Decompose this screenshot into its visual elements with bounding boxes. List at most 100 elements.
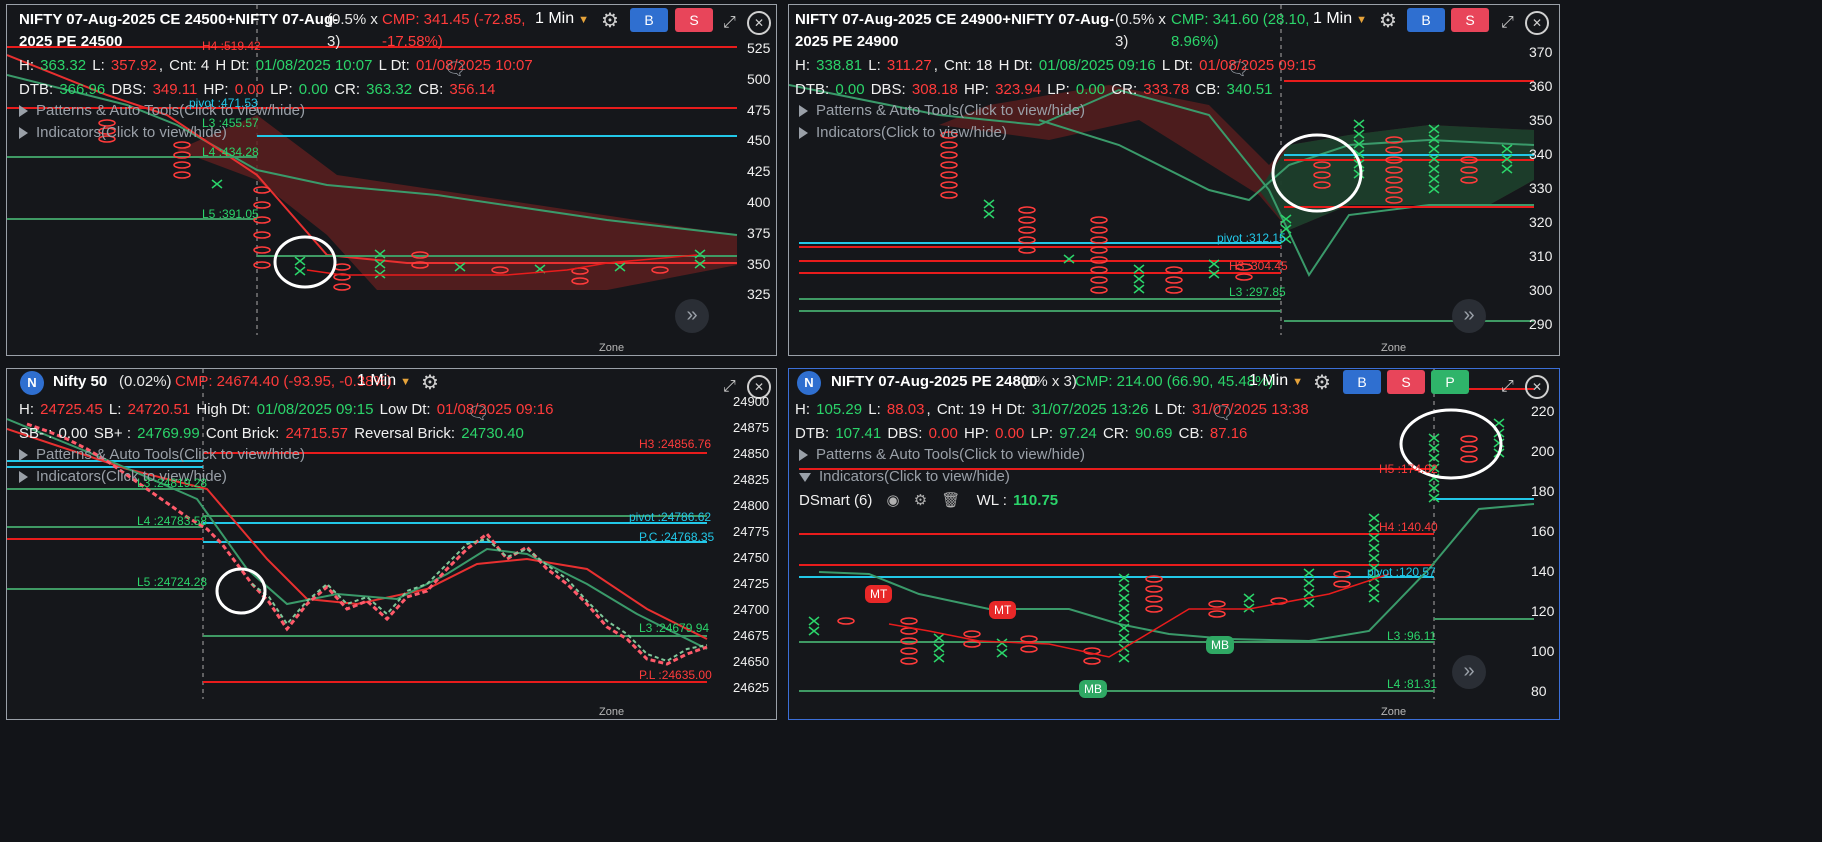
- close-circle-icon[interactable]: ✕: [747, 11, 771, 35]
- level-l4: L4 :434.28: [202, 145, 259, 159]
- paper-trade-button[interactable]: P: [1431, 370, 1469, 394]
- sell-button[interactable]: S: [1387, 370, 1425, 394]
- panel-4-cmp: CMP: 214.00 (66.90, 45.48%): [1075, 373, 1274, 390]
- level-l3: L3 :24819.28: [137, 476, 208, 490]
- expand-triangle-icon: [19, 105, 28, 118]
- expand-icon[interactable]: ⤢: [1501, 377, 1514, 397]
- level-l3: L3 :455.57: [202, 116, 259, 130]
- panel-2-timeframe-select[interactable]: 1 Min ▼: [1313, 10, 1367, 28]
- panel-3-timeframe-select[interactable]: 1 Min ▼: [357, 372, 411, 390]
- expand-icon[interactable]: ⤢: [1501, 13, 1514, 33]
- expand-triangle-icon: [19, 127, 28, 140]
- level-pivot: pivot :312.15: [1217, 231, 1286, 245]
- chart-panel-1[interactable]: NIFTY 07-Aug-2025 CE 24500+NIFTY 07-Aug-…: [6, 4, 777, 356]
- settings-gear-icon[interactable]: ⚙: [914, 492, 927, 509]
- scroll-right-button[interactable]: »: [1452, 655, 1486, 689]
- dsmart-indicator-row: DSmart (6) ◉ ⚙ 🗑 WL : 110.75: [799, 492, 1059, 509]
- panel-1-dtb-row: DTB: 366.96 DBS: 349.11 HP: 0.00 LP: 0.0…: [19, 81, 496, 98]
- mb-marker[interactable]: MB: [1206, 636, 1234, 654]
- settings-gear-icon[interactable]: ⚙: [601, 11, 619, 31]
- zone-watermark: Zone (www.definedgesecurities.com): [1381, 342, 1533, 355]
- sell-button[interactable]: S: [1451, 8, 1489, 32]
- comment-icon[interactable]: 🗨: [1211, 403, 1234, 424]
- patterns-toggle[interactable]: Patterns & Auto Tools(Click to view/hide…: [19, 102, 305, 119]
- trash-icon[interactable]: 🗑: [941, 492, 960, 509]
- level-l5: L5 :391.05: [202, 207, 259, 221]
- collapse-triangle-icon: [799, 472, 811, 482]
- indicators-toggle[interactable]: Indicators(Click to view/hide): [799, 124, 1007, 141]
- comment-icon[interactable]: 🗨: [1227, 59, 1250, 80]
- nifty-badge-icon: N: [797, 371, 821, 395]
- expand-triangle-icon: [799, 127, 808, 140]
- level-pivot: pivot :471.53: [189, 96, 258, 110]
- panel-1-timeframe-select[interactable]: 1 Min ▼: [535, 10, 589, 28]
- level-pivot: pivot :24786.62: [629, 510, 712, 524]
- buy-button[interactable]: B: [1407, 8, 1445, 32]
- level-l3: L3 :297.85: [1229, 285, 1286, 299]
- comment-icon[interactable]: 🗨: [444, 59, 467, 80]
- zone-watermark: Zone (www.definedgesecurities.com): [1381, 706, 1533, 719]
- buy-button[interactable]: B: [1343, 370, 1381, 394]
- dsmart-label: DSmart (6): [799, 492, 873, 509]
- mt-marker[interactable]: MT: [865, 585, 893, 603]
- expand-triangle-icon: [19, 449, 28, 462]
- close-circle-icon[interactable]: ✕: [1525, 11, 1549, 35]
- nifty-badge-icon: N: [20, 371, 44, 395]
- chart-panel-4[interactable]: N NIFTY 07-Aug-2025 PE 24800 (1% x 3) CM…: [788, 368, 1560, 720]
- indicators-toggle[interactable]: Indicators(Click to view/hide): [799, 468, 1010, 485]
- panel-2-dtb-row: DTB: 0.00 DBS: 308.18 HP: 323.94 LP: 0.0…: [795, 81, 1273, 98]
- chart-panel-3[interactable]: N Nifty 50 (0.02%) CMP: 24674.40 (-93.95…: [6, 368, 777, 720]
- panel-4-dtb-row: DTB: 107.41 DBS: 0.00 HP: 0.00 LP: 97.24…: [795, 425, 1248, 442]
- panel-4-pct: (1% x 3): [1021, 373, 1077, 390]
- expand-icon[interactable]: ⤢: [723, 13, 736, 33]
- panel-1-price-axis: 525 500 475 450 425 400 375 350 325: [747, 40, 771, 303]
- level-pivot: pivot :120.57: [1367, 565, 1436, 579]
- panel-3-brick-row: SB- : 0.00 SB+ : 24769.99 Cont Brick: 24…: [19, 425, 524, 442]
- buy-button[interactable]: B: [630, 8, 668, 32]
- sell-button[interactable]: S: [675, 8, 713, 32]
- settings-gear-icon[interactable]: ⚙: [421, 373, 439, 393]
- level-h4: H4 :519.42: [202, 39, 261, 53]
- comment-icon[interactable]: 🗨: [467, 403, 490, 424]
- panel-4-title: NIFTY 07-Aug-2025 PE 24800: [831, 373, 1038, 390]
- panel-2-pct2: 3): [1115, 33, 1129, 50]
- panel-3-pct: (0.02%): [119, 373, 172, 390]
- level-h5: H5 :174.02: [1379, 462, 1438, 476]
- settings-gear-icon[interactable]: ⚙: [1313, 373, 1331, 393]
- panel-1-cmp2: -17.58%): [382, 33, 443, 50]
- chart-plot-4[interactable]: [789, 369, 1560, 720]
- panel-2-cmp2: 8.96%): [1171, 33, 1219, 50]
- level-pl: P.L :24635.00: [639, 668, 712, 682]
- level-l4: L4 :24783.58: [137, 514, 208, 528]
- level-l5: L5 :24724.28: [137, 575, 208, 589]
- panel-4-price-axis: 220 200 180 160 140 120 100 80: [1531, 403, 1555, 699]
- patterns-toggle[interactable]: Patterns & Auto Tools(Click to view/hide…: [799, 102, 1085, 119]
- zone-watermark: Zone (www.definedgesecurities.com): [599, 706, 751, 719]
- zone-watermark: Zone (www.definedgesecurities.com): [599, 342, 751, 355]
- expand-triangle-icon: [799, 105, 808, 118]
- level-h3: H3 :304.45: [1229, 259, 1288, 273]
- mb-marker[interactable]: MB: [1079, 680, 1107, 698]
- settings-gear-icon[interactable]: ⚙: [1379, 11, 1397, 31]
- level-l4: L4 :81.31: [1387, 677, 1438, 691]
- level-l3-lower: L3 :24679.94: [639, 621, 710, 635]
- eye-icon[interactable]: ◉: [887, 492, 900, 509]
- level-pc: P.C :24768.35: [639, 530, 715, 544]
- level-h3: H3 :24856.76: [639, 437, 712, 451]
- expand-triangle-icon: [19, 471, 28, 484]
- expand-triangle-icon: [799, 449, 808, 462]
- scroll-right-button[interactable]: »: [675, 299, 709, 333]
- panel-2-title-line2: 2025 PE 24900: [795, 33, 899, 50]
- panel-4-timeframe-select[interactable]: 1 Min ▼: [1249, 372, 1303, 390]
- panel-3-price-axis: 24900 24875 24850 24825 24800 24775 24750 24725…: [733, 394, 770, 695]
- panel-1-pct2: 3): [327, 33, 341, 50]
- indicators-toggle[interactable]: Indicators(Click to view/hide): [19, 124, 227, 141]
- level-h4: H4 :140.40: [1379, 520, 1438, 534]
- patterns-toggle[interactable]: Patterns & Auto Tools(Click to view/hide…: [19, 446, 305, 463]
- mt-marker[interactable]: MT: [989, 601, 1017, 619]
- patterns-toggle[interactable]: Patterns & Auto Tools(Click to view/hide…: [799, 446, 1085, 463]
- scroll-right-button[interactable]: »: [1452, 299, 1486, 333]
- panel-1-title-line2: 2025 PE 24500: [19, 33, 123, 50]
- panel-2-price-axis: 370 360 350 340 330 320 310 300 290: [1529, 44, 1553, 332]
- chart-panel-2[interactable]: NIFTY 07-Aug-2025 CE 24900+NIFTY 07-Aug-…: [788, 4, 1560, 356]
